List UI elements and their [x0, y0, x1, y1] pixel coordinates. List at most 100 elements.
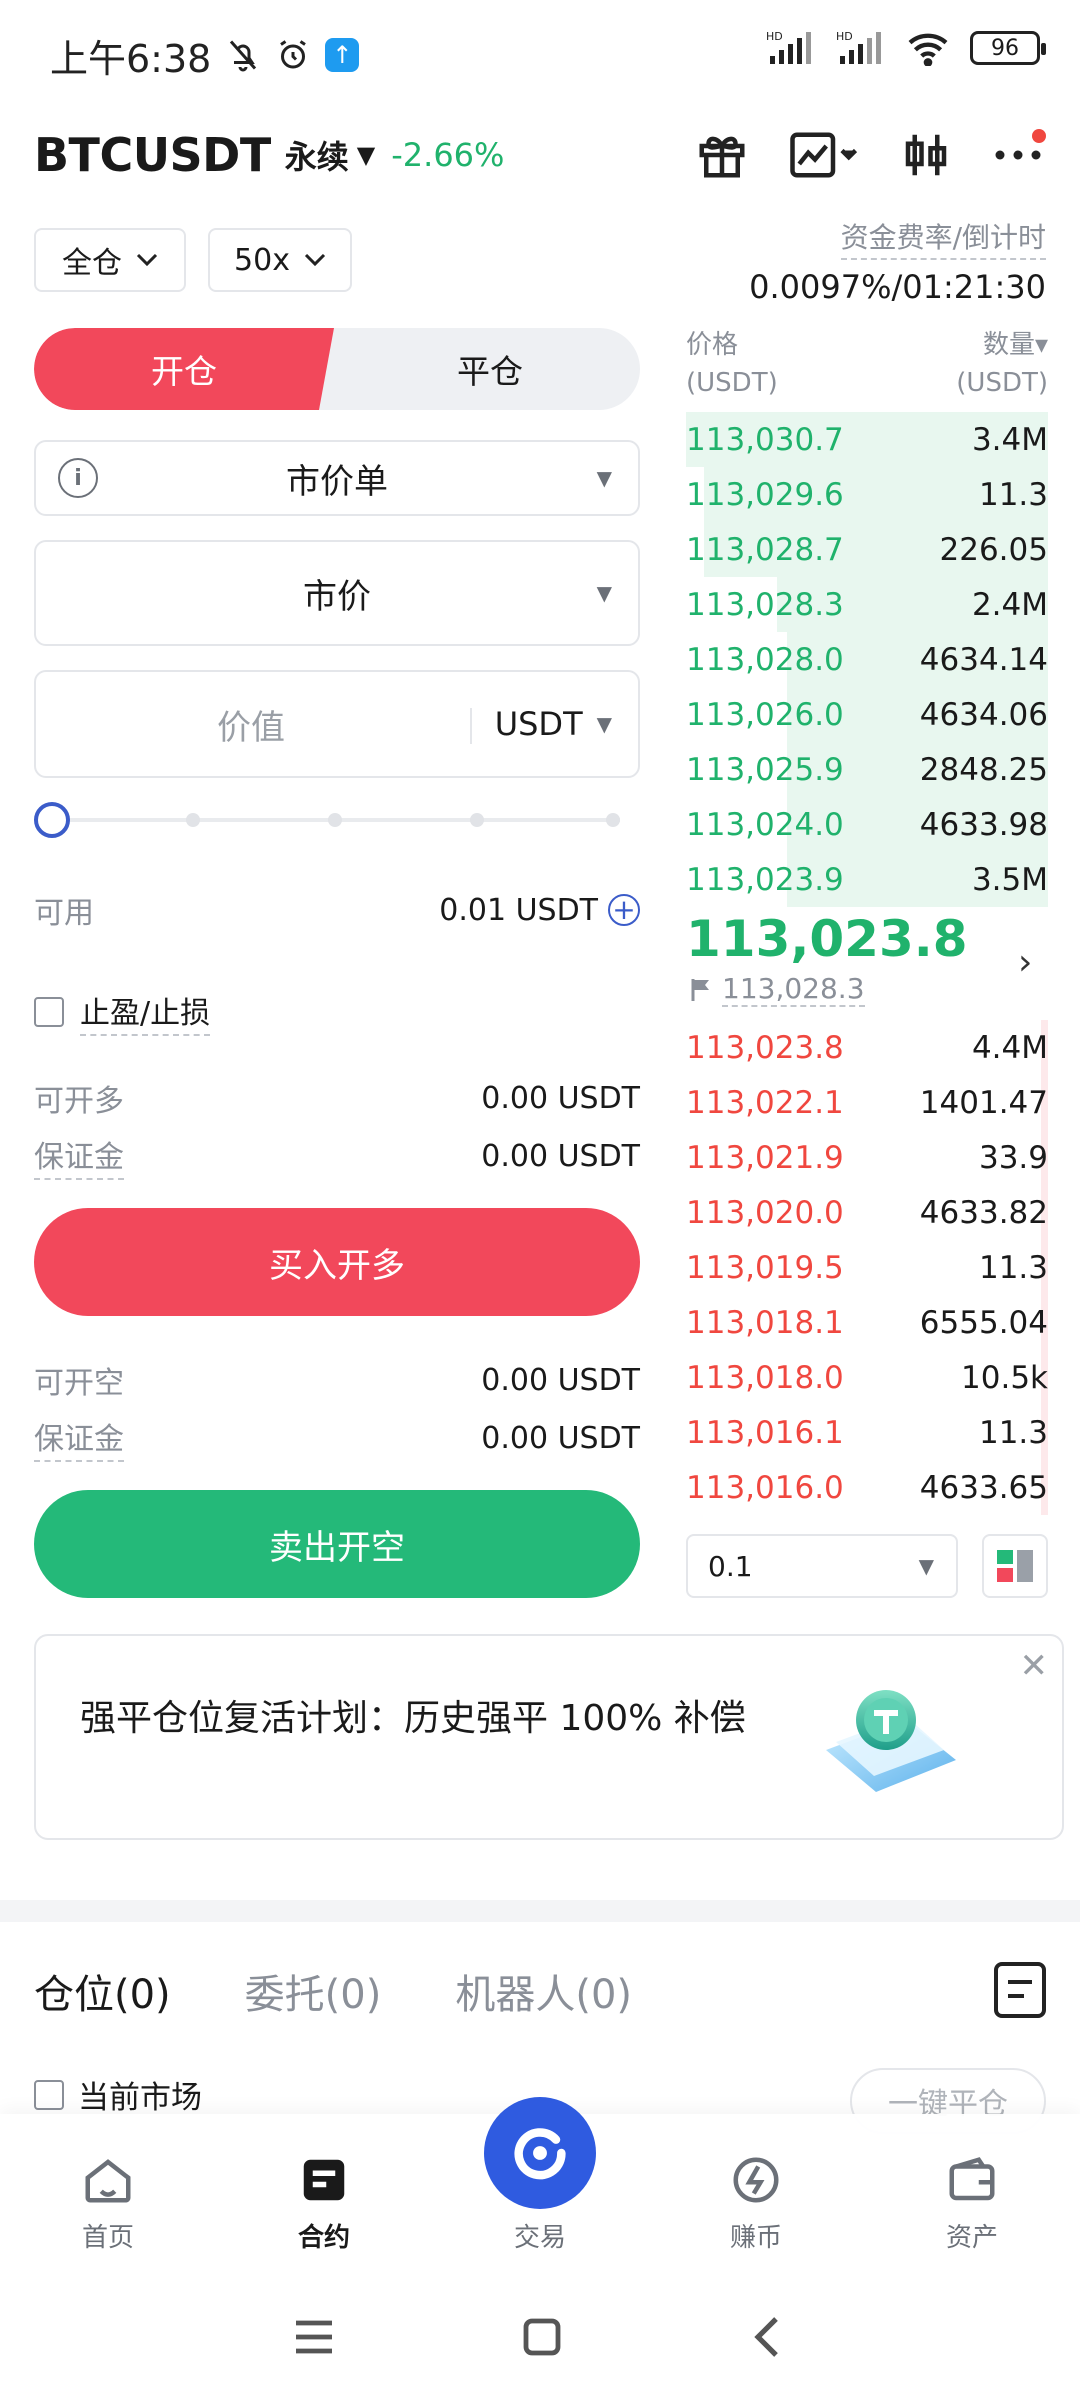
- contract-type-selector[interactable]: 永续 ▼: [285, 132, 375, 178]
- orderbook-price: 113,030.7: [686, 421, 844, 458]
- bid-row[interactable]: 113,018.0 10.5k: [686, 1350, 1048, 1405]
- gift-icon[interactable]: [694, 127, 750, 183]
- close-icon[interactable]: ✕: [1020, 1646, 1049, 1686]
- price-mode-field[interactable]: 市价 ▼: [34, 540, 640, 646]
- home-square-icon[interactable]: [520, 2315, 564, 2359]
- orderbook-price: 113,021.9: [686, 1139, 844, 1176]
- bid-row[interactable]: 113,021.9 33.9: [686, 1130, 1048, 1185]
- can-open-long-row: 可开多 0.00 USDT: [34, 1076, 640, 1120]
- tpsl-row[interactable]: 止盈/止损: [34, 988, 640, 1036]
- ask-row[interactable]: 113,028.3 2.4M: [686, 577, 1048, 632]
- nav-assets[interactable]: 资产: [902, 2151, 1042, 2254]
- bid-row[interactable]: 113,019.5 11.3: [686, 1240, 1048, 1295]
- current-market-checkbox[interactable]: [34, 2079, 64, 2110]
- orderbook-qty: 6555.04: [919, 1304, 1048, 1341]
- candlestick-icon[interactable]: [898, 127, 954, 183]
- ask-row[interactable]: 113,028.7 226.05: [686, 522, 1048, 577]
- bid-row[interactable]: 113,016.0 4633.65: [686, 1460, 1048, 1515]
- caret-down-icon: ▼: [596, 466, 612, 490]
- orderbook-qty: 11.3: [978, 476, 1048, 513]
- orderbook-qty: 4633.65: [919, 1469, 1048, 1506]
- leverage-label: 50x: [234, 242, 290, 278]
- current-market-label: 当前市场: [78, 2080, 202, 2116]
- mark-price-row: 113,028.3: [690, 972, 865, 1007]
- ask-row[interactable]: 113,025.9 2848.25: [686, 742, 1048, 797]
- ask-row[interactable]: 113,029.6 11.3: [686, 467, 1048, 522]
- ask-row[interactable]: 113,023.9 3.5M: [686, 852, 1048, 907]
- menu-icon[interactable]: [292, 2317, 336, 2357]
- asks-list: 113,030.7 3.4M 113,029.6 11.3 113,028.7 226.0…: [686, 412, 1048, 907]
- back-icon[interactable]: [748, 2315, 788, 2359]
- margin-short-row: 保证金 0.00 USDT: [34, 1414, 640, 1462]
- ask-row[interactable]: 113,024.0 4633.98: [686, 797, 1048, 852]
- margin-mode-select[interactable]: 全仓: [34, 228, 186, 292]
- orderbook-qty: 33.9: [978, 1139, 1048, 1176]
- tab-bots[interactable]: 机器人(0): [455, 1962, 632, 2020]
- tab-positions[interactable]: 仓位(0): [34, 1962, 171, 2020]
- nav-home[interactable]: 首页: [38, 2151, 178, 2254]
- depth-step-select[interactable]: 0.1 ▼: [686, 1534, 958, 1598]
- nav-assets-label: 资产: [945, 2223, 998, 2253]
- bid-row[interactable]: 113,020.0 4633.82: [686, 1185, 1048, 1240]
- funding-rate[interactable]: 资金费率/倒计时 0.0097%/01:21:30: [749, 216, 1046, 306]
- tether-illustration-icon: [826, 1690, 956, 1792]
- qty-header[interactable]: 数量▾ (USDT): [956, 326, 1048, 402]
- tab-open[interactable]: 开仓: [34, 328, 334, 410]
- last-price[interactable]: 113,023.8: [686, 910, 968, 968]
- slider-mark-100[interactable]: [606, 813, 620, 827]
- unit-select[interactable]: USDT ▼: [495, 705, 612, 743]
- margin-short-label[interactable]: 保证金: [34, 1414, 124, 1462]
- slider-mark-50[interactable]: [328, 813, 342, 827]
- signal-icon-2: HD: [836, 30, 881, 64]
- margin-long-label[interactable]: 保证金: [34, 1132, 124, 1180]
- nav-futures[interactable]: 合约: [254, 2151, 394, 2254]
- chevron-right-icon[interactable]: ›: [1018, 942, 1032, 983]
- amount-slider[interactable]: [34, 802, 620, 838]
- ask-row[interactable]: 113,028.0 4634.14: [686, 632, 1048, 687]
- chart-icon[interactable]: [786, 127, 862, 183]
- order-type-select[interactable]: i 市价单 ▼: [34, 440, 640, 516]
- value-input[interactable]: 价值 USDT ▼: [34, 670, 640, 778]
- bid-row[interactable]: 113,018.1 6555.04: [686, 1295, 1048, 1350]
- header-tools: [694, 120, 1046, 190]
- orderbook-price: 113,025.9: [686, 751, 844, 788]
- more-icon[interactable]: [990, 127, 1046, 183]
- can-open-long-value: 0.00 USDT: [481, 1080, 640, 1116]
- orderbook-price: 113,024.0: [686, 806, 844, 843]
- orderbook-price: 113,026.0: [686, 696, 844, 733]
- nav-earn[interactable]: 赚币: [686, 2151, 826, 2254]
- bid-row[interactable]: 113,022.1 1401.47: [686, 1075, 1048, 1130]
- buy-long-button[interactable]: 买入开多: [34, 1208, 640, 1316]
- notification-dot: [1032, 129, 1046, 143]
- transfer-plus-icon[interactable]: +: [608, 894, 640, 926]
- bid-row[interactable]: 113,023.8 4.4M: [686, 1020, 1048, 1075]
- sell-short-button[interactable]: 卖出开空: [34, 1490, 640, 1598]
- caret-down-icon: ▼: [596, 581, 612, 605]
- tab-orders[interactable]: 委托(0): [245, 1962, 382, 2020]
- orderbook-qty: 11.3: [978, 1249, 1048, 1286]
- unit-label: USDT: [494, 705, 583, 743]
- orderbook-layout-icon[interactable]: [982, 1534, 1048, 1598]
- slider-handle[interactable]: [34, 802, 70, 838]
- bid-row[interactable]: 113,016.1 11.3: [686, 1405, 1048, 1460]
- nav-earn-label: 赚币: [729, 2223, 782, 2253]
- orderbook-price: 113,028.0: [686, 641, 844, 678]
- orderbook-price: 113,018.0: [686, 1359, 844, 1396]
- nav-trade[interactable]: 交易: [470, 2097, 610, 2254]
- pair-title[interactable]: BTCUSDT: [34, 128, 271, 182]
- ask-row[interactable]: 113,030.7 3.4M: [686, 412, 1048, 467]
- leverage-select[interactable]: 50x: [208, 228, 352, 292]
- slider-mark-75[interactable]: [470, 813, 484, 827]
- orderbook-price: 113,029.6: [686, 476, 844, 513]
- document-icon[interactable]: [994, 1962, 1046, 2018]
- tpsl-checkbox[interactable]: [34, 997, 64, 1027]
- ask-row[interactable]: 113,026.0 4634.06: [686, 687, 1048, 742]
- orderbook-header: 价格 (USDT) 数量▾ (USDT): [686, 326, 1048, 402]
- orderbook-qty: 3.4M: [971, 421, 1048, 458]
- promo-banner[interactable]: 强平仓位复活计划：历史强平 100% 补偿 ✕: [34, 1634, 1064, 1840]
- nav-home-label: 首页: [81, 2223, 134, 2253]
- slider-mark-25[interactable]: [186, 813, 200, 827]
- tab-close[interactable]: 平仓: [340, 328, 640, 410]
- price-mode-label: 市价: [303, 576, 371, 617]
- info-icon[interactable]: i: [58, 458, 98, 498]
